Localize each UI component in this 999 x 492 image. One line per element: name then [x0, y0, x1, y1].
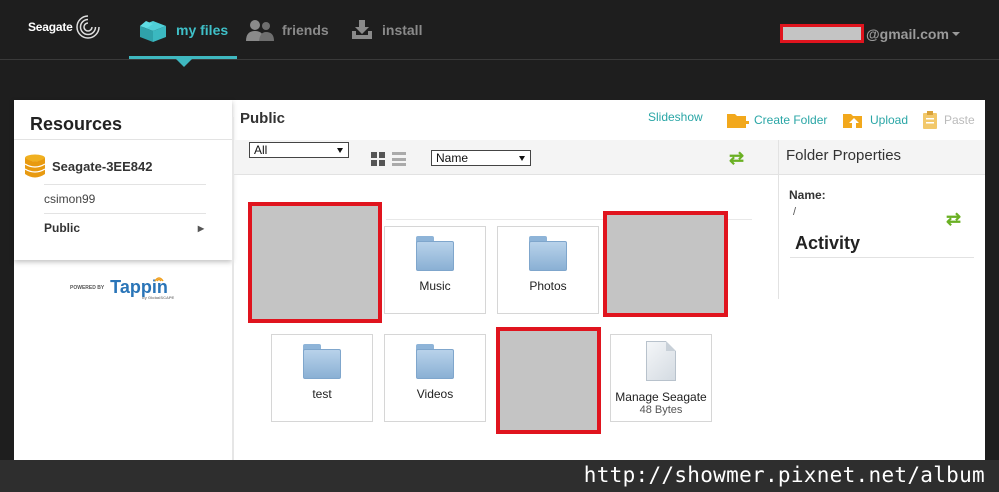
- document-icon: [646, 341, 676, 381]
- resources-title: Resources: [14, 100, 232, 140]
- tappin-subtitle: by GlobalSCAPE: [142, 295, 175, 300]
- properties-name-value: /: [793, 206, 797, 218]
- box-icon: [140, 21, 166, 42]
- chevron-right-icon: ▶: [197, 223, 204, 233]
- powered-by-tappin: POWERED BY Tappin by GlobalSCAPE: [70, 277, 174, 300]
- nav-my-files-label: my files: [176, 22, 229, 38]
- nav-friends[interactable]: friends: [246, 0, 329, 60]
- redacted-tile: [496, 327, 601, 434]
- upload-icon: [843, 114, 862, 128]
- nav-my-files[interactable]: my files: [138, 0, 228, 60]
- tile-label: test: [312, 387, 332, 401]
- create-folder-label: Create Folder: [754, 113, 828, 127]
- seagate-logo[interactable]: Seagate: [28, 14, 101, 40]
- folder-icon: [416, 344, 454, 379]
- redacted-username: [780, 24, 864, 43]
- redacted-tile: [248, 202, 382, 323]
- sidebar-item-label: Public: [44, 221, 81, 235]
- folder-icon: [416, 236, 454, 271]
- folder-tile-photos[interactable]: Photos: [497, 226, 599, 314]
- nav-friends-label: friends: [282, 22, 329, 38]
- chevron-down-icon: [337, 148, 343, 153]
- paste-button[interactable]: Paste: [922, 110, 975, 130]
- folder-tile-test[interactable]: test: [271, 334, 373, 422]
- folder-properties-header: Folder Properties: [778, 140, 985, 175]
- nav-install-label: install: [382, 22, 423, 38]
- tile-label: Videos: [416, 387, 454, 401]
- slideshow-link[interactable]: Slideshow: [648, 110, 703, 124]
- resources-panel: Resources Seagate-3EE842 csimon99 Public…: [14, 100, 232, 260]
- filter-value: All: [254, 143, 268, 157]
- activity-title: Activity: [795, 233, 861, 253]
- database-icon: [24, 154, 46, 178]
- account-menu[interactable]: @gmail.com: [780, 24, 960, 43]
- filter-dropdown[interactable]: All: [249, 142, 349, 158]
- sidebar-item-public[interactable]: Public ▶: [44, 213, 206, 242]
- create-folder-button[interactable]: Create Folder: [726, 110, 827, 130]
- people-icon: [246, 20, 274, 41]
- properties-divider: [778, 175, 779, 299]
- file-size: 48 Bytes: [639, 404, 683, 416]
- folder-icon: [303, 344, 341, 379]
- grid-view-icon[interactable]: [371, 152, 385, 166]
- chevron-down-icon: [519, 156, 525, 161]
- nav-install[interactable]: install: [350, 0, 422, 60]
- account-email: @gmail.com: [866, 25, 949, 42]
- resources-sidebar: Resources Seagate-3EE842 csimon99 Public…: [14, 100, 232, 300]
- seagate-swirl-icon: [75, 14, 101, 39]
- redacted-tile: [603, 211, 728, 317]
- activity-divider: [790, 257, 974, 258]
- device-name: Seagate-3EE842: [52, 158, 153, 174]
- sort-value: Name: [436, 151, 469, 165]
- sidebar-item-label: csimon99: [44, 192, 96, 206]
- clipboard-icon: [923, 111, 937, 129]
- file-tile-manage-seagate[interactable]: Manage Seagate 48 Bytes: [610, 334, 712, 422]
- refresh-icon[interactable]: ⇄: [946, 210, 961, 228]
- powered-by-label: POWERED BY: [70, 285, 105, 291]
- device-item[interactable]: Seagate-3EE842: [14, 140, 232, 184]
- folder-add-icon: [727, 114, 749, 128]
- folder-tile-music[interactable]: Music: [384, 226, 486, 314]
- active-tab-pointer: [176, 59, 192, 67]
- wifi-icon: [154, 277, 164, 282]
- chevron-down-icon: [951, 31, 960, 36]
- breadcrumb: Public: [240, 110, 286, 127]
- folder-properties-title: Folder Properties: [786, 147, 902, 164]
- list-view-icon[interactable]: [392, 152, 406, 166]
- tile-label: Photos: [529, 279, 567, 293]
- top-bar: Seagate my files friends install @gmail.…: [0, 0, 999, 60]
- tile-label: Music: [419, 279, 451, 293]
- tile-label: Manage Seagate: [615, 390, 707, 404]
- download-icon: [352, 20, 372, 39]
- folder-icon: [529, 236, 567, 271]
- upload-button[interactable]: Upload: [842, 110, 908, 130]
- sidebar-item-csimon99[interactable]: csimon99: [44, 184, 206, 213]
- folder-tile-videos[interactable]: Videos: [384, 334, 486, 422]
- sort-dropdown[interactable]: Name: [431, 150, 531, 166]
- slideshow-label: Slideshow: [648, 110, 703, 124]
- brand-name: Seagate: [28, 20, 73, 34]
- upload-label: Upload: [870, 113, 909, 127]
- tappin-logo: Tappin by GlobalSCAPE: [110, 277, 174, 300]
- properties-name-label: Name:: [789, 188, 826, 202]
- paste-label: Paste: [944, 113, 975, 127]
- watermark-url: http://showmer.pixnet.net/album: [0, 460, 999, 492]
- refresh-icon[interactable]: ⇄: [729, 149, 744, 167]
